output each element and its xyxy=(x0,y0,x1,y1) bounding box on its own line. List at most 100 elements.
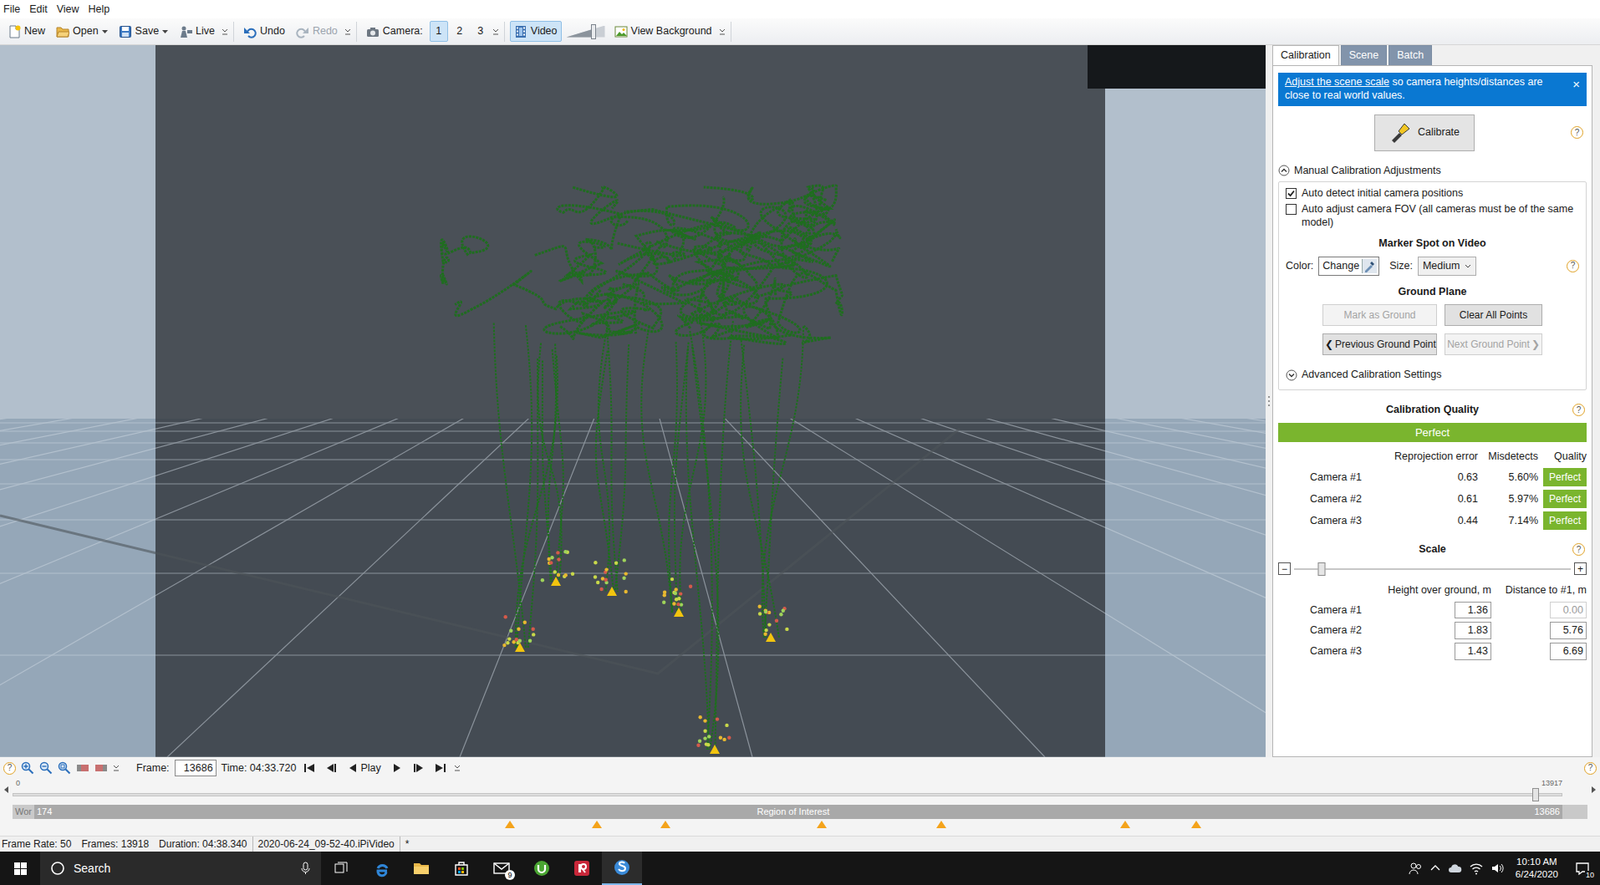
slider-thumb[interactable] xyxy=(1318,562,1326,576)
marker-triangle-icon[interactable] xyxy=(816,820,827,829)
ground-button[interactable]: Mark as Ground xyxy=(1322,304,1437,327)
color-change-button[interactable]: Change xyxy=(1318,256,1380,276)
camera-name: Camera #1 xyxy=(1278,602,1455,619)
distance-field[interactable]: 6.69 xyxy=(1549,642,1587,661)
taskbar-app[interactable] xyxy=(521,851,562,885)
marker-triangle-icon[interactable] xyxy=(660,820,671,829)
marker-triangle-icon[interactable] xyxy=(1120,820,1131,829)
tab-strip: CalibrationSceneBatch xyxy=(1272,45,1593,66)
calibrate-button[interactable]: Calibrate xyxy=(1374,114,1475,152)
height-field[interactable]: 1.43 xyxy=(1454,642,1492,661)
playhead[interactable] xyxy=(1532,788,1539,802)
scale-slider[interactable] xyxy=(1294,562,1571,576)
tab[interactable]: Calibration xyxy=(1272,45,1340,66)
marker-triangle-icon[interactable] xyxy=(591,820,602,829)
view-background-button[interactable]: View Background xyxy=(610,20,717,42)
menu-item[interactable]: File xyxy=(0,1,26,18)
taskbar-app[interactable] xyxy=(361,851,402,885)
video-opacity-slider[interactable] xyxy=(566,23,606,41)
redo-button[interactable]: Redo xyxy=(291,20,342,42)
tab[interactable]: Scene xyxy=(1340,45,1387,66)
column-header: Reprojection error xyxy=(1278,448,1478,465)
dropdown-caret-icon xyxy=(162,30,169,34)
misdetects: 5.60% xyxy=(1482,469,1539,486)
camera-button[interactable]: 1 xyxy=(429,20,449,42)
splitter[interactable] xyxy=(1265,45,1273,758)
open-icon xyxy=(56,25,70,39)
play-forward-button[interactable] xyxy=(388,762,406,775)
save-button[interactable]: Save xyxy=(114,20,174,42)
live-button[interactable]: Live xyxy=(174,20,220,42)
camera-name: Camera #3 xyxy=(1278,643,1455,660)
video-icon xyxy=(514,25,528,39)
search-box[interactable]: Search xyxy=(40,851,322,885)
taskbar-app[interactable] xyxy=(401,851,442,885)
taskbar-app[interactable]: 9 xyxy=(481,851,522,885)
camera-button[interactable]: 2 xyxy=(450,20,469,42)
help-icon[interactable]: ? xyxy=(1572,543,1585,556)
new-button[interactable]: New xyxy=(3,20,50,42)
checkbox[interactable] xyxy=(1285,188,1297,199)
marker-triangle-icon[interactable] xyxy=(936,820,947,829)
timeline-track[interactable] xyxy=(12,788,1563,806)
task-view-button[interactable] xyxy=(321,851,362,885)
previous-frame-button[interactable] xyxy=(322,762,340,775)
check-icon xyxy=(1286,188,1296,199)
ground-button[interactable]: Next Ground Point❯ xyxy=(1444,333,1543,356)
scale-link[interactable]: Adjust the scene scale xyxy=(1284,76,1390,88)
manual-adjustments-header[interactable]: Manual Calibration Adjustments xyxy=(1278,163,1587,179)
viewport-3d[interactable] xyxy=(0,45,1266,758)
menu-item[interactable]: Edit xyxy=(25,1,54,18)
size-dropdown[interactable]: Medium xyxy=(1417,256,1477,276)
toolbar-group: UndoRedo xyxy=(239,21,357,42)
status-item: 2020-06-24_09-52-40.iPiVideo xyxy=(256,836,401,852)
marker-triangle-icon[interactable] xyxy=(1191,820,1202,829)
play-backward-button[interactable]: Play xyxy=(344,760,383,777)
camera-name: Camera #1 xyxy=(1278,469,1415,486)
close-button[interactable]: × xyxy=(1569,75,1582,91)
menu-item[interactable]: Help xyxy=(85,1,117,18)
scale-plus-button[interactable]: + xyxy=(1574,562,1587,576)
marker-triangle-icon[interactable] xyxy=(504,820,515,829)
microphone-icon xyxy=(300,861,311,876)
undo-button[interactable]: Undo xyxy=(239,20,290,42)
quality-badge: Perfect xyxy=(1543,489,1587,509)
menu-item[interactable]: View xyxy=(53,1,86,18)
height-field[interactable]: 1.83 xyxy=(1454,621,1492,640)
region-of-interest[interactable]: Wor174Region of Interest13686 xyxy=(12,805,1588,820)
open-button[interactable]: Open xyxy=(51,20,113,42)
first-frame-button[interactable] xyxy=(300,762,318,775)
advanced-settings-header[interactable]: Advanced Calibration Settings xyxy=(1285,366,1580,383)
help-icon[interactable]: ? xyxy=(1572,403,1585,417)
slider-thumb[interactable] xyxy=(591,24,597,40)
distance-field[interactable]: 5.76 xyxy=(1549,621,1587,640)
clock: 10:10 AM6/24/2020 xyxy=(1510,856,1564,882)
taskbar-app[interactable] xyxy=(601,851,643,885)
checkbox[interactable] xyxy=(1285,203,1297,215)
help-icon[interactable]: ? xyxy=(1570,126,1584,139)
ground-button[interactable]: ❮Previous Ground Point xyxy=(1322,333,1437,356)
camera-button[interactable]: 3 xyxy=(471,20,490,42)
search-icon xyxy=(50,861,66,877)
manual-adjustments-box: Auto detect initial camera positions Auto… xyxy=(1278,181,1587,391)
frame-field[interactable]: 13686 xyxy=(174,759,217,778)
notification-center-button[interactable]: 10 xyxy=(1569,851,1595,885)
scale-minus-button[interactable]: − xyxy=(1278,562,1291,576)
video-toggle[interactable]: Video xyxy=(509,20,562,42)
zoom-in-icon xyxy=(20,761,35,775)
help-icon[interactable]: ? xyxy=(3,762,16,775)
taskbar-app[interactable] xyxy=(561,851,602,885)
ground-button[interactable]: Clear All Points xyxy=(1444,304,1543,327)
help-icon[interactable]: ? xyxy=(1566,259,1580,273)
checkbox-row[interactable]: Auto detect initial camera positions xyxy=(1285,187,1580,201)
taskbar-app[interactable] xyxy=(441,851,482,885)
last-frame-button[interactable] xyxy=(432,762,449,775)
time-readout: Time: 04:33.720 xyxy=(221,760,297,777)
tab[interactable]: Batch xyxy=(1388,45,1432,66)
start-button[interactable] xyxy=(0,851,41,885)
info-banner: Adjust the scene scale so camera heights… xyxy=(1278,72,1587,107)
height-field[interactable]: 1.36 xyxy=(1454,601,1492,620)
checkbox-row[interactable]: Auto adjust camera FOV (all cameras must… xyxy=(1285,203,1580,230)
next-frame-button[interactable] xyxy=(410,762,428,775)
help-icon[interactable]: ? xyxy=(1584,762,1597,775)
